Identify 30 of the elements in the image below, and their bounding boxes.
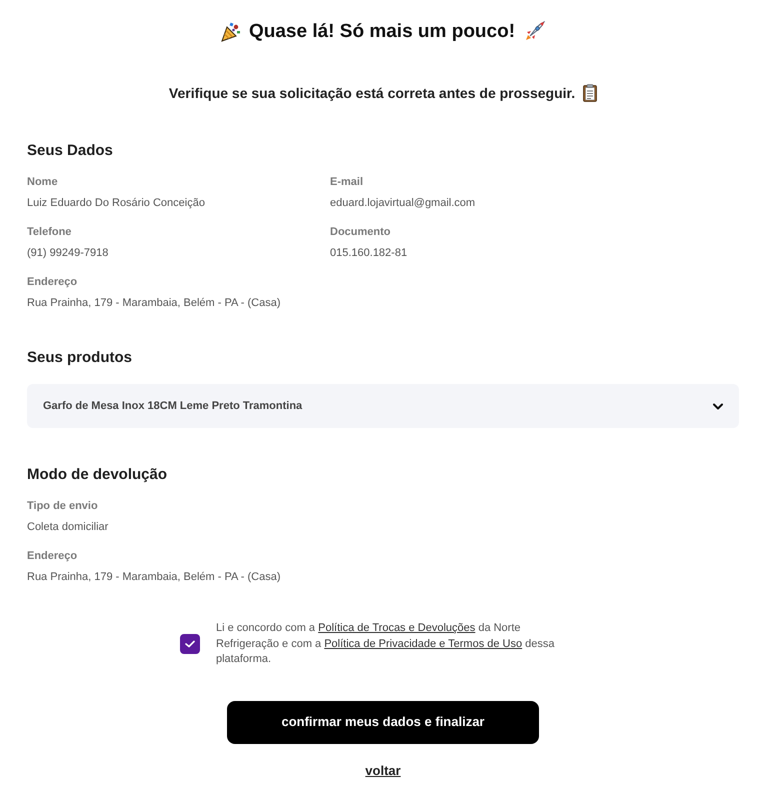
section-heading: Seus Dados: [27, 141, 114, 161]
field-label: Endereço: [27, 275, 78, 290]
field-label: Endereço: [27, 549, 78, 564]
field-value: eduard.lojavirtual@gmail.com: [330, 196, 476, 211]
field-label: Telefone: [27, 225, 72, 240]
subtitle: Verifique se sua solicitação está correta antes de prosseguir.: [168, 84, 576, 103]
page-title: Quase lá! Só mais um pouco!: [248, 20, 516, 44]
check-icon: [185, 640, 195, 648]
section-heading: Modo de devolução: [27, 465, 168, 485]
rocket-icon: [523, 21, 546, 43]
field-label: Tipo de envio: [27, 499, 99, 514]
field-value: Coleta domiciliar: [27, 520, 110, 535]
policy-link[interactable]: Política de Privacidade e Termos de Uso: [324, 638, 522, 650]
field-label: Nome: [27, 175, 59, 190]
field-value: Rua Prainha, 179 - Marambaia, Belém - PA - (Casa): [27, 570, 282, 585]
party-popper-icon: [220, 22, 241, 42]
confirm-button[interactable]: confirmar meus dados e finalizar: [227, 700, 539, 744]
back-link[interactable]: voltar: [365, 762, 401, 780]
field-label: Documento: [330, 225, 392, 240]
agreement-checkbox[interactable]: [180, 634, 200, 654]
policy-link[interactable]: Política de Trocas e Devoluções: [318, 622, 476, 634]
section-heading: Seus produtos: [27, 348, 134, 368]
field-value: (91) 99249-7918: [27, 246, 110, 261]
clipboard-icon: [583, 84, 598, 102]
product-accordion[interactable]: Garfo de Mesa Inox 18CM Leme Preto Tramontina: [27, 384, 739, 428]
agreement-text: Li e concordo com a Política de Trocas e Devoluções da Norte Refrigeração e com a Política de Privacidade e Termos de Uso dessa plataforma.: [216, 621, 556, 667]
field-label: E-mail: [330, 175, 364, 190]
field-value: 015.160.182-81: [330, 246, 408, 261]
field-value: Luiz Eduardo Do Rosário Conceição: [27, 196, 206, 211]
field-value: Rua Prainha, 179 - Marambaia, Belém - PA - (Casa): [27, 296, 282, 311]
